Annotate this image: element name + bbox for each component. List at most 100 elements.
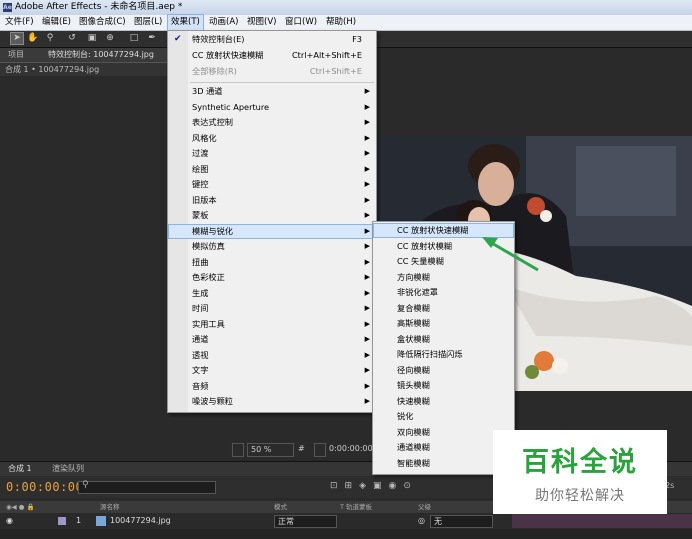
layer-duration-bar[interactable] [512, 514, 692, 528]
zoom-select[interactable]: 50 % [247, 443, 294, 457]
menu-item-blur-effect[interactable]: 径向模糊 [373, 363, 514, 378]
menu-file[interactable]: 文件(F) [2, 15, 37, 30]
grid-icon[interactable]: # [298, 443, 305, 455]
menu-item-category[interactable]: 3D 通道 ▶ [168, 84, 376, 99]
menu-item-category[interactable]: 绘图 ▶ [168, 162, 376, 177]
layer-row[interactable]: ◉ 1 100477294.jpg 正常 ◎ 无 [0, 514, 692, 528]
menu-item-blur-effect[interactable]: 盒状模糊 [373, 332, 514, 347]
menu-item-category[interactable]: 通道 ▶ [168, 332, 376, 347]
menu-item-category[interactable]: 旧版本 ▶ [168, 193, 376, 208]
pan-behind-tool-icon[interactable]: ⊕ [104, 33, 116, 44]
layer-label-color-icon[interactable] [58, 517, 66, 525]
menu-item-label: 镜头模糊 [397, 380, 430, 390]
menu-item-label: 生成 [192, 287, 209, 298]
menu-item-label: CC 矢量模糊 [397, 256, 444, 266]
menu-item-last-effect[interactable]: CC 放射状快速模糊 Ctrl+Alt+Shift+E [168, 48, 376, 63]
menu-item-label: 旧版本 [192, 194, 217, 205]
menu-item-category[interactable]: 噪波与颗粒 ▶ [168, 394, 376, 409]
check-icon: ✔ [174, 34, 182, 44]
menu-item-category[interactable]: 风格化 ▶ [168, 131, 376, 146]
rotate-tool-icon[interactable]: ↺ [66, 33, 78, 44]
menu-item-blur-effect[interactable]: 非锐化遮罩 [373, 285, 514, 300]
menu-item-category[interactable]: 键控 ▶ [168, 177, 376, 192]
snapshot-icon[interactable] [232, 443, 244, 457]
submenu-arrow-icon: ▶ [364, 397, 370, 405]
menu-item-category[interactable]: 蒙板 ▶ [168, 208, 376, 223]
submenu-arrow-icon: ▶ [364, 226, 370, 235]
timeline-switch-icons[interactable]: ⊡⊞◈▣◉⊙ [330, 481, 500, 495]
menu-item-label: 智能模糊 [397, 457, 430, 468]
menu-help[interactable]: 帮助(H) [323, 15, 359, 30]
menu-item-shortcut: Ctrl+Alt+Shift+E [291, 50, 362, 60]
submenu-arrow-icon: ▶ [364, 381, 370, 390]
menu-item-blur-effect[interactable]: 高斯模糊 [373, 316, 514, 331]
menu-item-blur-effect[interactable]: 快速模糊 [373, 394, 514, 409]
column-track-matte: T 轨道蒙板 [340, 503, 373, 511]
layer-source-name[interactable]: 100477294.jpg [110, 514, 171, 528]
menu-item-label: 蒙板 [192, 210, 209, 220]
menu-item-label: 色彩校正 [192, 272, 225, 282]
menu-item-label: 扭曲 [192, 256, 209, 267]
timeline-timecode[interactable]: 0:00:00:00 [6, 480, 83, 494]
menu-effect[interactable]: 效果(T) [167, 14, 204, 31]
menu-composition[interactable]: 图像合成(C) [76, 15, 129, 30]
menu-edit[interactable]: 编辑(E) [39, 15, 74, 30]
menu-item-effect-controls[interactable]: ✔ 特效控制台(E) F3 [168, 32, 376, 47]
menu-item-category[interactable]: 色彩校正 ▶ [168, 270, 376, 285]
layer-parent-select[interactable]: 无 [430, 515, 493, 528]
submenu-arrow-icon: ▶ [364, 288, 370, 297]
menu-item-label: 锐化 [397, 411, 414, 421]
menu-item-label: 通道模糊 [397, 442, 430, 452]
timeline-search-input[interactable]: ⚲ [78, 480, 216, 494]
menu-layer[interactable]: 图层(L) [131, 15, 165, 30]
menu-item-label: 绘图 [192, 163, 209, 174]
layer-blend-mode-select[interactable]: 正常 [274, 515, 337, 528]
menu-item-category[interactable]: Synthetic Aperture ▶ [168, 100, 376, 115]
pen-tool-icon[interactable]: ✒ [146, 33, 158, 44]
window-title: Adobe After Effects - 未命名项目.aep * [15, 2, 183, 12]
panel-tabs: 项目 特效控制台: 100477294.jpg [0, 48, 170, 63]
menu-view[interactable]: 视图(V) [244, 15, 279, 30]
menu-item-category[interactable]: 实用工具 ▶ [168, 317, 376, 332]
menu-item-label: 双向模糊 [397, 426, 430, 437]
menu-item-blur-sharpen[interactable]: 模糊与锐化 ▶ [168, 223, 376, 239]
menu-item-category[interactable]: 透视 ▶ [168, 348, 376, 363]
parent-pick-whip-icon[interactable]: ◎ [418, 514, 425, 528]
hand-tool-icon[interactable]: ✋ [27, 33, 39, 44]
menu-item-category[interactable]: 文字 ▶ [168, 363, 376, 378]
menu-item-category[interactable]: 过渡 ▶ [168, 146, 376, 161]
menu-item-category[interactable]: 扭曲 ▶ [168, 255, 376, 270]
tab-project[interactable]: 项目 [8, 48, 24, 62]
menu-item-category[interactable]: 音频 ▶ [168, 379, 376, 394]
menu-item-category[interactable]: 生成 ▶ [168, 286, 376, 301]
zoom-tool-icon[interactable]: ⚲ [44, 33, 56, 44]
av-switch-icons: ◉◀ ● 🔒 [6, 503, 35, 511]
menu-item-category[interactable]: 时间 ▶ [168, 301, 376, 316]
visibility-eye-icon[interactable]: ◉ [6, 514, 13, 528]
mask-tool-icon[interactable]: □ [128, 33, 140, 44]
menu-item-category[interactable]: 模拟仿真 ▶ [168, 239, 376, 254]
submenu-arrow-icon: ▶ [364, 242, 370, 250]
menu-item-label: 模糊与锐化 [192, 225, 233, 236]
submenu-arrow-icon: ▶ [364, 366, 370, 374]
menu-item-label: 高斯模糊 [397, 318, 430, 328]
menu-item-label: 快速模糊 [397, 395, 430, 406]
tab-render-queue[interactable]: 渲染队列 [52, 462, 84, 476]
tab-effect-controls[interactable]: 特效控制台: 100477294.jpg [48, 48, 154, 62]
menu-item-blur-effect[interactable]: 镜头模糊 [373, 378, 514, 393]
menu-item-category[interactable]: 表达式控制 ▶ [168, 115, 376, 130]
menu-window[interactable]: 窗口(W) [282, 15, 320, 30]
menu-item-blur-effect[interactable]: 降低隔行扫描闪烁 [373, 347, 514, 362]
menu-item-label: CC 放射状模糊 [397, 240, 452, 251]
menu-item-remove-all: 全部移除(R) Ctrl+Shift+E [168, 64, 376, 79]
viewer-timecode[interactable]: 0:00:00:00 [329, 443, 373, 455]
menu-item-blur-effect[interactable]: 锐化 [373, 409, 514, 424]
tab-comp-1[interactable]: 合成 1 [8, 462, 32, 476]
menu-item-shortcut: F3 [352, 34, 362, 44]
region-of-interest-icon[interactable] [314, 443, 326, 457]
menu-item-blur-effect[interactable]: 复合模糊 [373, 301, 514, 316]
camera-tool-icon[interactable]: ▣ [86, 33, 98, 44]
selection-tool-icon[interactable]: ➤ [10, 32, 24, 45]
menu-animation[interactable]: 动画(A) [206, 15, 241, 30]
submenu-arrow-icon: ▶ [364, 273, 370, 281]
